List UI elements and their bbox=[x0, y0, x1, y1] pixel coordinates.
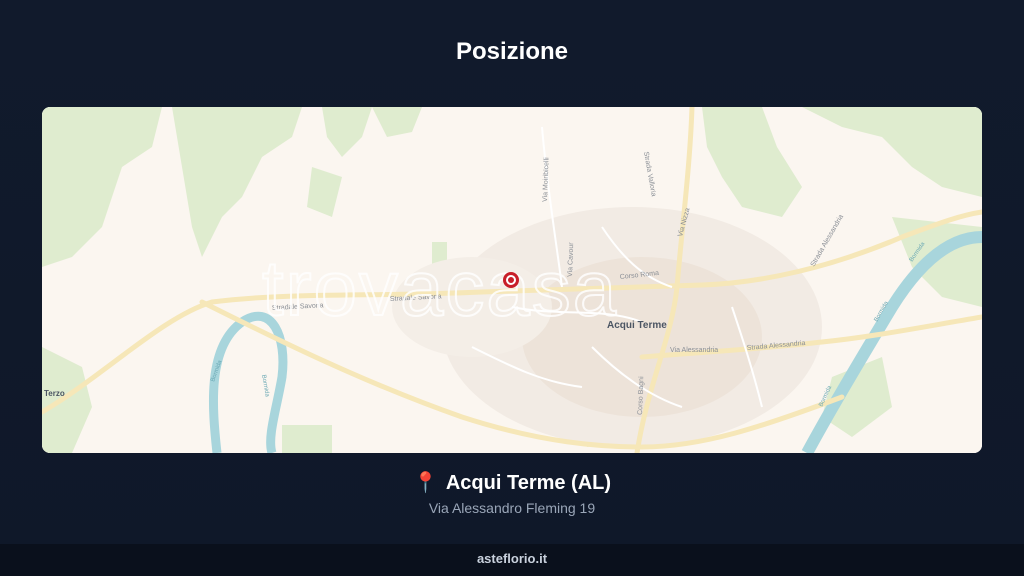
map-marker-icon[interactable] bbox=[503, 272, 519, 288]
location-address: Via Alessandro Fleming 19 bbox=[428, 500, 596, 516]
label-terzo: Terzo bbox=[44, 389, 65, 398]
watermark-logo: trovacasa bbox=[262, 244, 618, 332]
location-map[interactable]: Stradale Savona Stradale Savona Corso Ro… bbox=[42, 107, 982, 453]
location-city: Acqui Terme (AL) bbox=[445, 472, 612, 494]
map-pin-icon: 📍 bbox=[412, 472, 438, 494]
map-canvas: Stradale Savona Stradale Savona Corso Ro… bbox=[42, 107, 982, 453]
footer-site-link[interactable]: asteflorio.it bbox=[477, 551, 547, 566]
location-title: 📍 Acqui Terme (AL) bbox=[0, 470, 1024, 495]
label-via-alessandria: Via Alessandria bbox=[670, 347, 718, 354]
page-title: Posizione bbox=[455, 38, 569, 65]
label-corso-bagni: Corso Bagni bbox=[637, 376, 645, 415]
footer: asteflorio.it bbox=[0, 544, 1024, 576]
